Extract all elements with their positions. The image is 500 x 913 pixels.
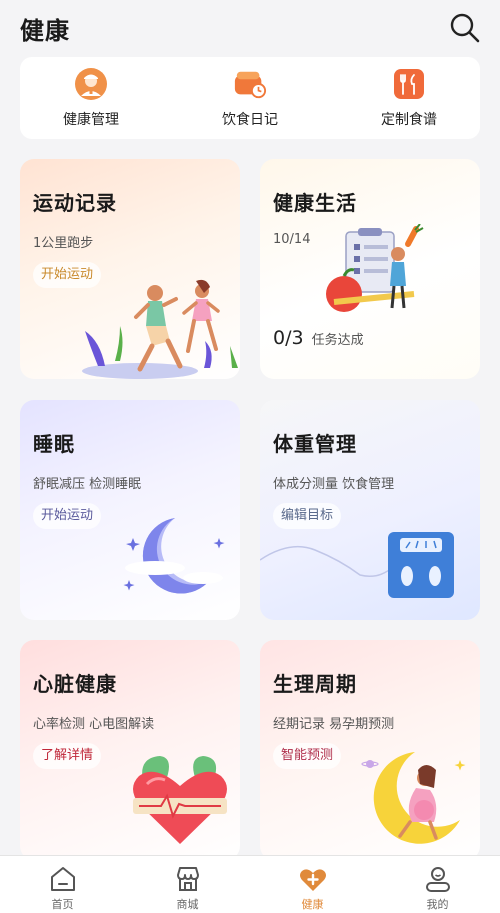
quick-health-management-label: 健康管理 (63, 112, 119, 128)
heart-illustration (133, 756, 227, 844)
runners-illustration (82, 279, 238, 379)
card-healthy-life[interactable]: 健康生活 10/14 0/3 任务达成 (260, 159, 480, 379)
checklist-illustration (326, 224, 424, 312)
card-title: 睡眠 (33, 432, 75, 456)
profile-icon (425, 867, 450, 892)
card-weight-management[interactable]: 体重管理 体成分测量 饮食管理 编辑目标 (260, 400, 480, 620)
search-icon[interactable] (448, 11, 482, 45)
card-exercise-record[interactable]: 运动记录 1公里跑步 开始运动 (20, 159, 240, 379)
card-subtitle: 体成分测量 饮食管理 (273, 477, 395, 492)
card-subtitle: 心率检测 心电图解读 (33, 717, 155, 732)
task-progress: 0/3 任务达成 (273, 327, 364, 349)
tab-home-label: 首页 (51, 898, 74, 911)
card-title: 健康生活 (273, 191, 357, 215)
tab-health-label: 健康 (301, 898, 324, 911)
card-title: 体重管理 (273, 432, 357, 456)
food-clock-icon (233, 67, 267, 101)
task-progress-value: 0/3 (273, 327, 304, 349)
heart-plus-icon (299, 869, 326, 891)
task-progress-label: 任务达成 (311, 333, 364, 348)
fork-knife-icon (392, 67, 426, 101)
moon-illustration (123, 518, 225, 594)
quick-diet-diary[interactable]: 饮食日记 (205, 67, 295, 139)
pregnant-woman-moon-illustration (361, 752, 466, 844)
card-date: 10/14 (273, 232, 311, 247)
card-title: 心脏健康 (33, 672, 117, 696)
shop-icon (176, 867, 199, 891)
tab-profile-label: 我的 (426, 898, 449, 911)
tab-home[interactable]: 首页 (23, 856, 103, 913)
scale-illustration (260, 532, 454, 598)
tab-health[interactable]: 健康 (273, 856, 353, 913)
start-sleep-button[interactable]: 开始运动 (33, 503, 102, 529)
card-heart-health[interactable]: 心脏健康 心率检测 心电图解读 了解详情 (20, 640, 240, 860)
card-menstrual-cycle[interactable]: 生理周期 经期记录 易孕期预测 智能预测 (260, 640, 480, 860)
quick-health-management[interactable]: 健康管理 (46, 67, 136, 139)
card-subtitle: 经期记录 易孕期预测 (273, 717, 395, 732)
card-subtitle: 1公里跑步 (33, 236, 94, 251)
card-subtitle: 舒眠减压 检测睡眠 (33, 477, 142, 492)
quick-diet-diary-label: 饮食日记 (222, 112, 278, 128)
card-title: 运动记录 (33, 191, 117, 215)
tab-profile[interactable]: 我的 (398, 856, 478, 913)
quick-custom-recipe-label: 定制食谱 (381, 112, 437, 128)
card-title: 生理周期 (273, 672, 357, 696)
doctor-icon (74, 67, 108, 101)
bottom-tab-bar: 首页 商城 健康 我的 (0, 855, 500, 913)
tab-shop-label: 商城 (176, 898, 199, 911)
learn-more-button[interactable]: 了解详情 (33, 743, 102, 769)
page-title: 健康 (20, 16, 70, 45)
smart-predict-button[interactable]: 智能预测 (273, 743, 342, 769)
quick-custom-recipe[interactable]: 定制食谱 (364, 67, 454, 139)
home-icon (50, 867, 75, 891)
tab-shop[interactable]: 商城 (148, 856, 228, 913)
quick-access-panel: 健康管理 饮食日记 定制食谱 (20, 57, 480, 139)
app-header: 健康 (0, 0, 500, 56)
card-sleep[interactable]: 睡眠 舒眠减压 检测睡眠 开始运动 (20, 400, 240, 620)
